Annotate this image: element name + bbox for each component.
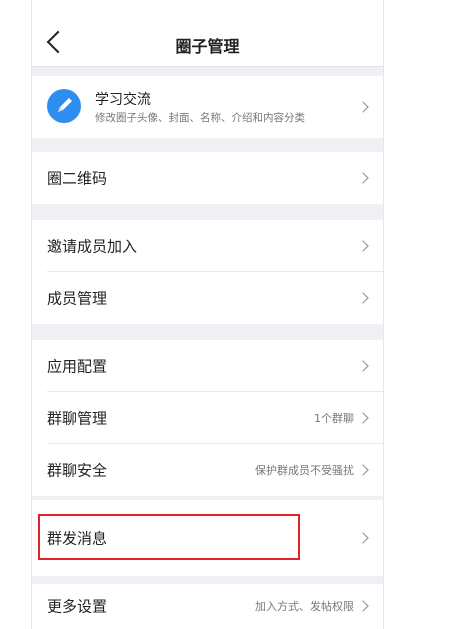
- row-value: 保护群成员不受骚扰: [255, 464, 354, 477]
- chevron-right-icon: [357, 600, 369, 612]
- chevron-right-icon: [357, 532, 369, 544]
- group-chat-management-row[interactable]: 群聊管理 1个群聊: [32, 392, 383, 444]
- chevron-right-icon: [357, 101, 369, 113]
- chevron-right-icon: [357, 360, 369, 372]
- broadcast-message-row[interactable]: 群发消息: [32, 500, 383, 576]
- circle-description: 修改圈子头像、封面、名称、介绍和内容分类: [95, 112, 305, 124]
- circle-info-row[interactable]: 学习交流 修改圈子头像、封面、名称、介绍和内容分类: [32, 76, 383, 138]
- row-label: 圈二维码: [47, 169, 108, 188]
- app-screen: 圈子管理 学习交流 修改圈子头像、封面、名称、介绍和内容分类 圈二维码 邀请成员…: [31, 0, 384, 629]
- more-settings-row[interactable]: 更多设置 加入方式、发帖权限: [32, 584, 383, 629]
- circle-avatar: [47, 89, 81, 123]
- app-config-row[interactable]: 应用配置: [32, 340, 383, 392]
- chevron-right-icon: [357, 240, 369, 252]
- chevron-right-icon: [357, 292, 369, 304]
- invite-members-row[interactable]: 邀请成员加入: [32, 220, 383, 272]
- row-label: 应用配置: [47, 357, 108, 376]
- pencil-icon: [58, 98, 72, 112]
- qrcode-row[interactable]: 圈二维码: [32, 152, 383, 204]
- row-label: 更多设置: [47, 597, 108, 616]
- page-title: 圈子管理: [175, 37, 240, 56]
- row-label: 成员管理: [47, 289, 108, 308]
- nav-header: 圈子管理: [32, 0, 383, 67]
- row-label: 群聊安全: [47, 461, 108, 480]
- chevron-right-icon: [357, 412, 369, 424]
- circle-name: 学习交流: [95, 92, 151, 108]
- row-label: 邀请成员加入: [47, 237, 138, 256]
- chevron-right-icon: [357, 464, 369, 476]
- row-value: 1个群聊: [314, 412, 354, 425]
- group-chat-security-row[interactable]: 群聊安全 保护群成员不受骚扰: [32, 444, 383, 496]
- row-label: 群发消息: [47, 529, 108, 548]
- row-value: 加入方式、发帖权限: [255, 600, 354, 613]
- member-management-row[interactable]: 成员管理: [32, 272, 383, 324]
- chevron-right-icon: [357, 172, 369, 184]
- row-label: 群聊管理: [47, 409, 108, 428]
